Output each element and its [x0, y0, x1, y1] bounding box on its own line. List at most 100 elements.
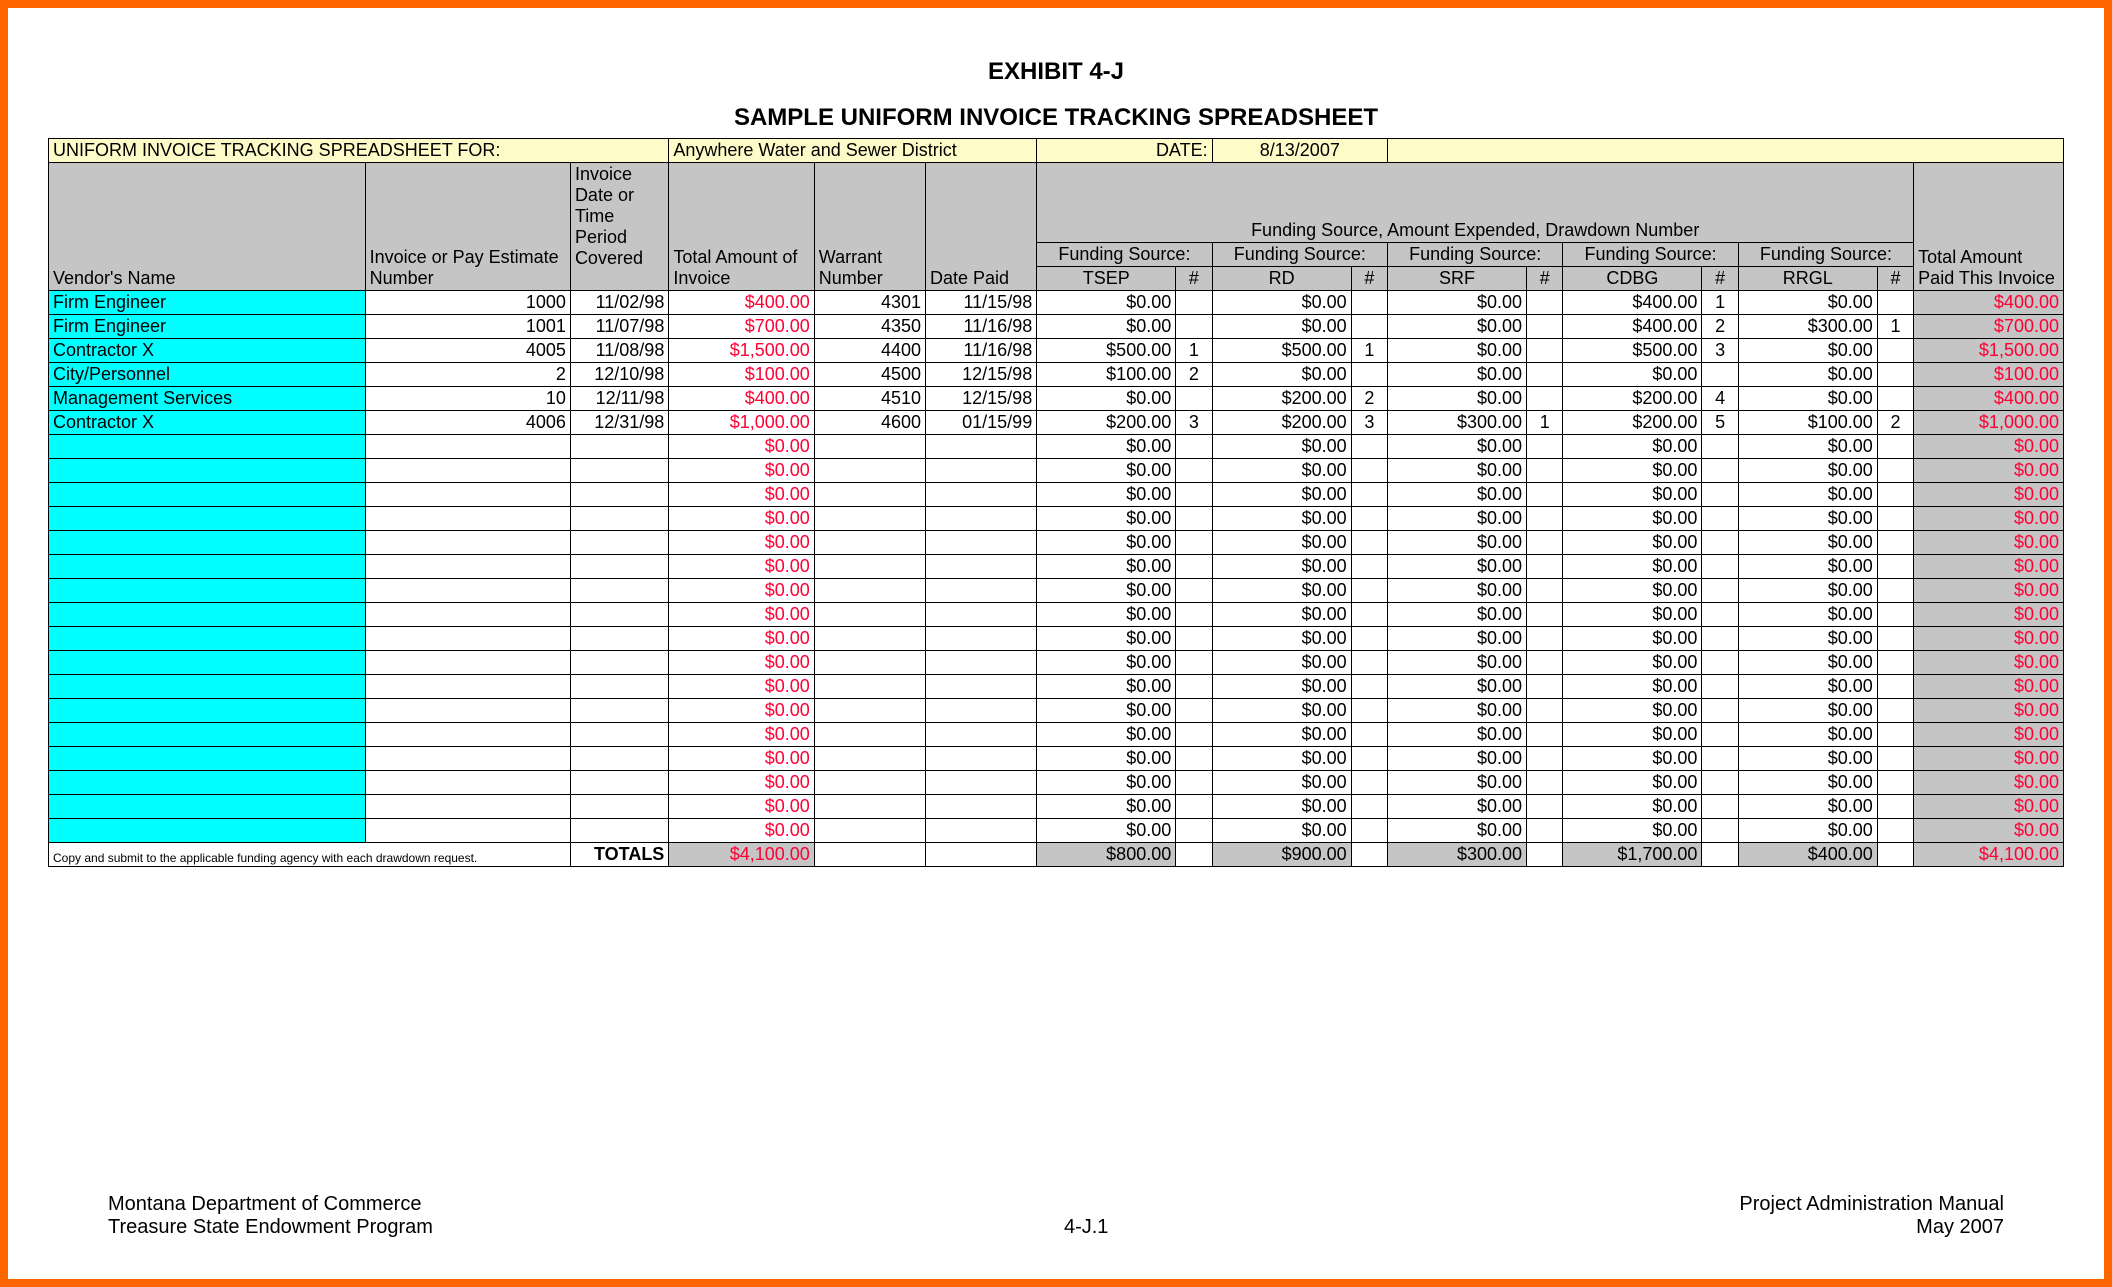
table-row-empty: $0.00$0.00$0.00$0.00$0.00$0.00$0.00: [49, 651, 2064, 675]
cell: $400.00: [1563, 291, 1702, 315]
cell: $0.00: [1388, 435, 1527, 459]
cell: 1: [1351, 339, 1387, 363]
totals-label: TOTALS: [570, 843, 668, 867]
cell: [1351, 459, 1387, 483]
cell: [1877, 795, 1913, 819]
cell: $0.00: [1738, 819, 1877, 843]
cell: [1877, 747, 1913, 771]
cell: $0.00: [1212, 435, 1351, 459]
cell: $0.00: [1563, 675, 1702, 699]
totals-f3: $300.00: [1388, 843, 1527, 867]
cell: [1877, 771, 1913, 795]
exhibit-heading: EXHIBIT 4-J: [48, 58, 2064, 86]
cell: 11/08/98: [570, 339, 668, 363]
cell: [1176, 747, 1212, 771]
cell: [1877, 723, 1913, 747]
totals-f2: $900.00: [1212, 843, 1351, 867]
cell: $0.00: [1738, 555, 1877, 579]
cell: $0.00: [1037, 507, 1176, 531]
cell: $0.00: [669, 723, 814, 747]
cell: [1877, 675, 1913, 699]
cell: $0.00: [1738, 699, 1877, 723]
cell: [926, 771, 1037, 795]
cell: 3: [1176, 411, 1212, 435]
cell: $200.00: [1563, 411, 1702, 435]
cell: [1877, 555, 1913, 579]
cell: 5: [1702, 411, 1738, 435]
cell: $0.00: [1563, 483, 1702, 507]
cell: $300.00: [1738, 315, 1877, 339]
cell: [570, 627, 668, 651]
cell: $0.00: [1388, 531, 1527, 555]
cell: $0.00: [1738, 723, 1877, 747]
cell: [49, 579, 366, 603]
cell: $0.00: [1037, 627, 1176, 651]
table-row-empty: $0.00$0.00$0.00$0.00$0.00$0.00$0.00: [49, 747, 2064, 771]
cell: [365, 627, 570, 651]
cell: 1: [1527, 411, 1563, 435]
cell: $0.00: [1738, 747, 1877, 771]
fs-name-4: CDBG: [1563, 267, 1702, 291]
cell: [570, 675, 668, 699]
for-label: UNIFORM INVOICE TRACKING SPREADSHEET FOR…: [49, 139, 669, 163]
cell: $0.00: [669, 483, 814, 507]
date-label: DATE:: [1037, 139, 1212, 163]
cell: $0.00: [669, 555, 814, 579]
cell: [365, 555, 570, 579]
cell: [570, 555, 668, 579]
cell: $0.00: [1037, 555, 1176, 579]
cell: 4600: [814, 411, 925, 435]
cell: [1702, 651, 1738, 675]
cell: $0.00: [1212, 627, 1351, 651]
cell: [49, 723, 366, 747]
cell: $500.00: [1037, 339, 1176, 363]
cell: [1351, 651, 1387, 675]
cell: [926, 795, 1037, 819]
cell: $0.00: [1563, 459, 1702, 483]
cell: 4500: [814, 363, 925, 387]
cell: $0.00: [1738, 675, 1877, 699]
totals-f5: $400.00: [1738, 843, 1877, 867]
cell: 11/02/98: [570, 291, 668, 315]
cell: 1: [1877, 315, 1913, 339]
cell: City/Personnel: [49, 363, 366, 387]
cell: [926, 507, 1037, 531]
cell: [814, 555, 925, 579]
cell: 4301: [814, 291, 925, 315]
cell: $0.00: [669, 507, 814, 531]
cell: Firm Engineer: [49, 315, 366, 339]
cell: [1176, 699, 1212, 723]
cell: $0.00: [1563, 603, 1702, 627]
fs-hash-1: #: [1176, 267, 1212, 291]
cell: $0.00: [1563, 507, 1702, 531]
cell: $0.00: [1738, 579, 1877, 603]
cell: $0.00: [669, 603, 814, 627]
cell: $0.00: [669, 819, 814, 843]
cell: $500.00: [1563, 339, 1702, 363]
sheet-title: SAMPLE UNIFORM INVOICE TRACKING SPREADSH…: [48, 104, 2064, 132]
cell: [1176, 387, 1212, 411]
fs-name-3: SRF: [1388, 267, 1527, 291]
cell: [1702, 723, 1738, 747]
cell: Contractor X: [49, 411, 366, 435]
cell: $1,000.00: [1914, 411, 2064, 435]
cell: [814, 483, 925, 507]
cell: $700.00: [1914, 315, 2064, 339]
cell: [1877, 363, 1913, 387]
cell: $0.00: [1914, 819, 2064, 843]
document-frame: EXHIBIT 4-J SAMPLE UNIFORM INVOICE TRACK…: [0, 0, 2112, 1287]
cell: $0.00: [1212, 699, 1351, 723]
cell: [49, 603, 366, 627]
cell: $0.00: [1388, 483, 1527, 507]
cell: [926, 483, 1037, 507]
cell: $0.00: [1212, 555, 1351, 579]
cell: [570, 795, 668, 819]
table-row: Contractor X400511/08/98$1,500.00440011/…: [49, 339, 2064, 363]
cell: $0.00: [1037, 291, 1176, 315]
cell: [365, 459, 570, 483]
cell: 2: [1351, 387, 1387, 411]
cell: 4400: [814, 339, 925, 363]
cell: [49, 531, 366, 555]
cell: [570, 459, 668, 483]
cell: $0.00: [1212, 531, 1351, 555]
